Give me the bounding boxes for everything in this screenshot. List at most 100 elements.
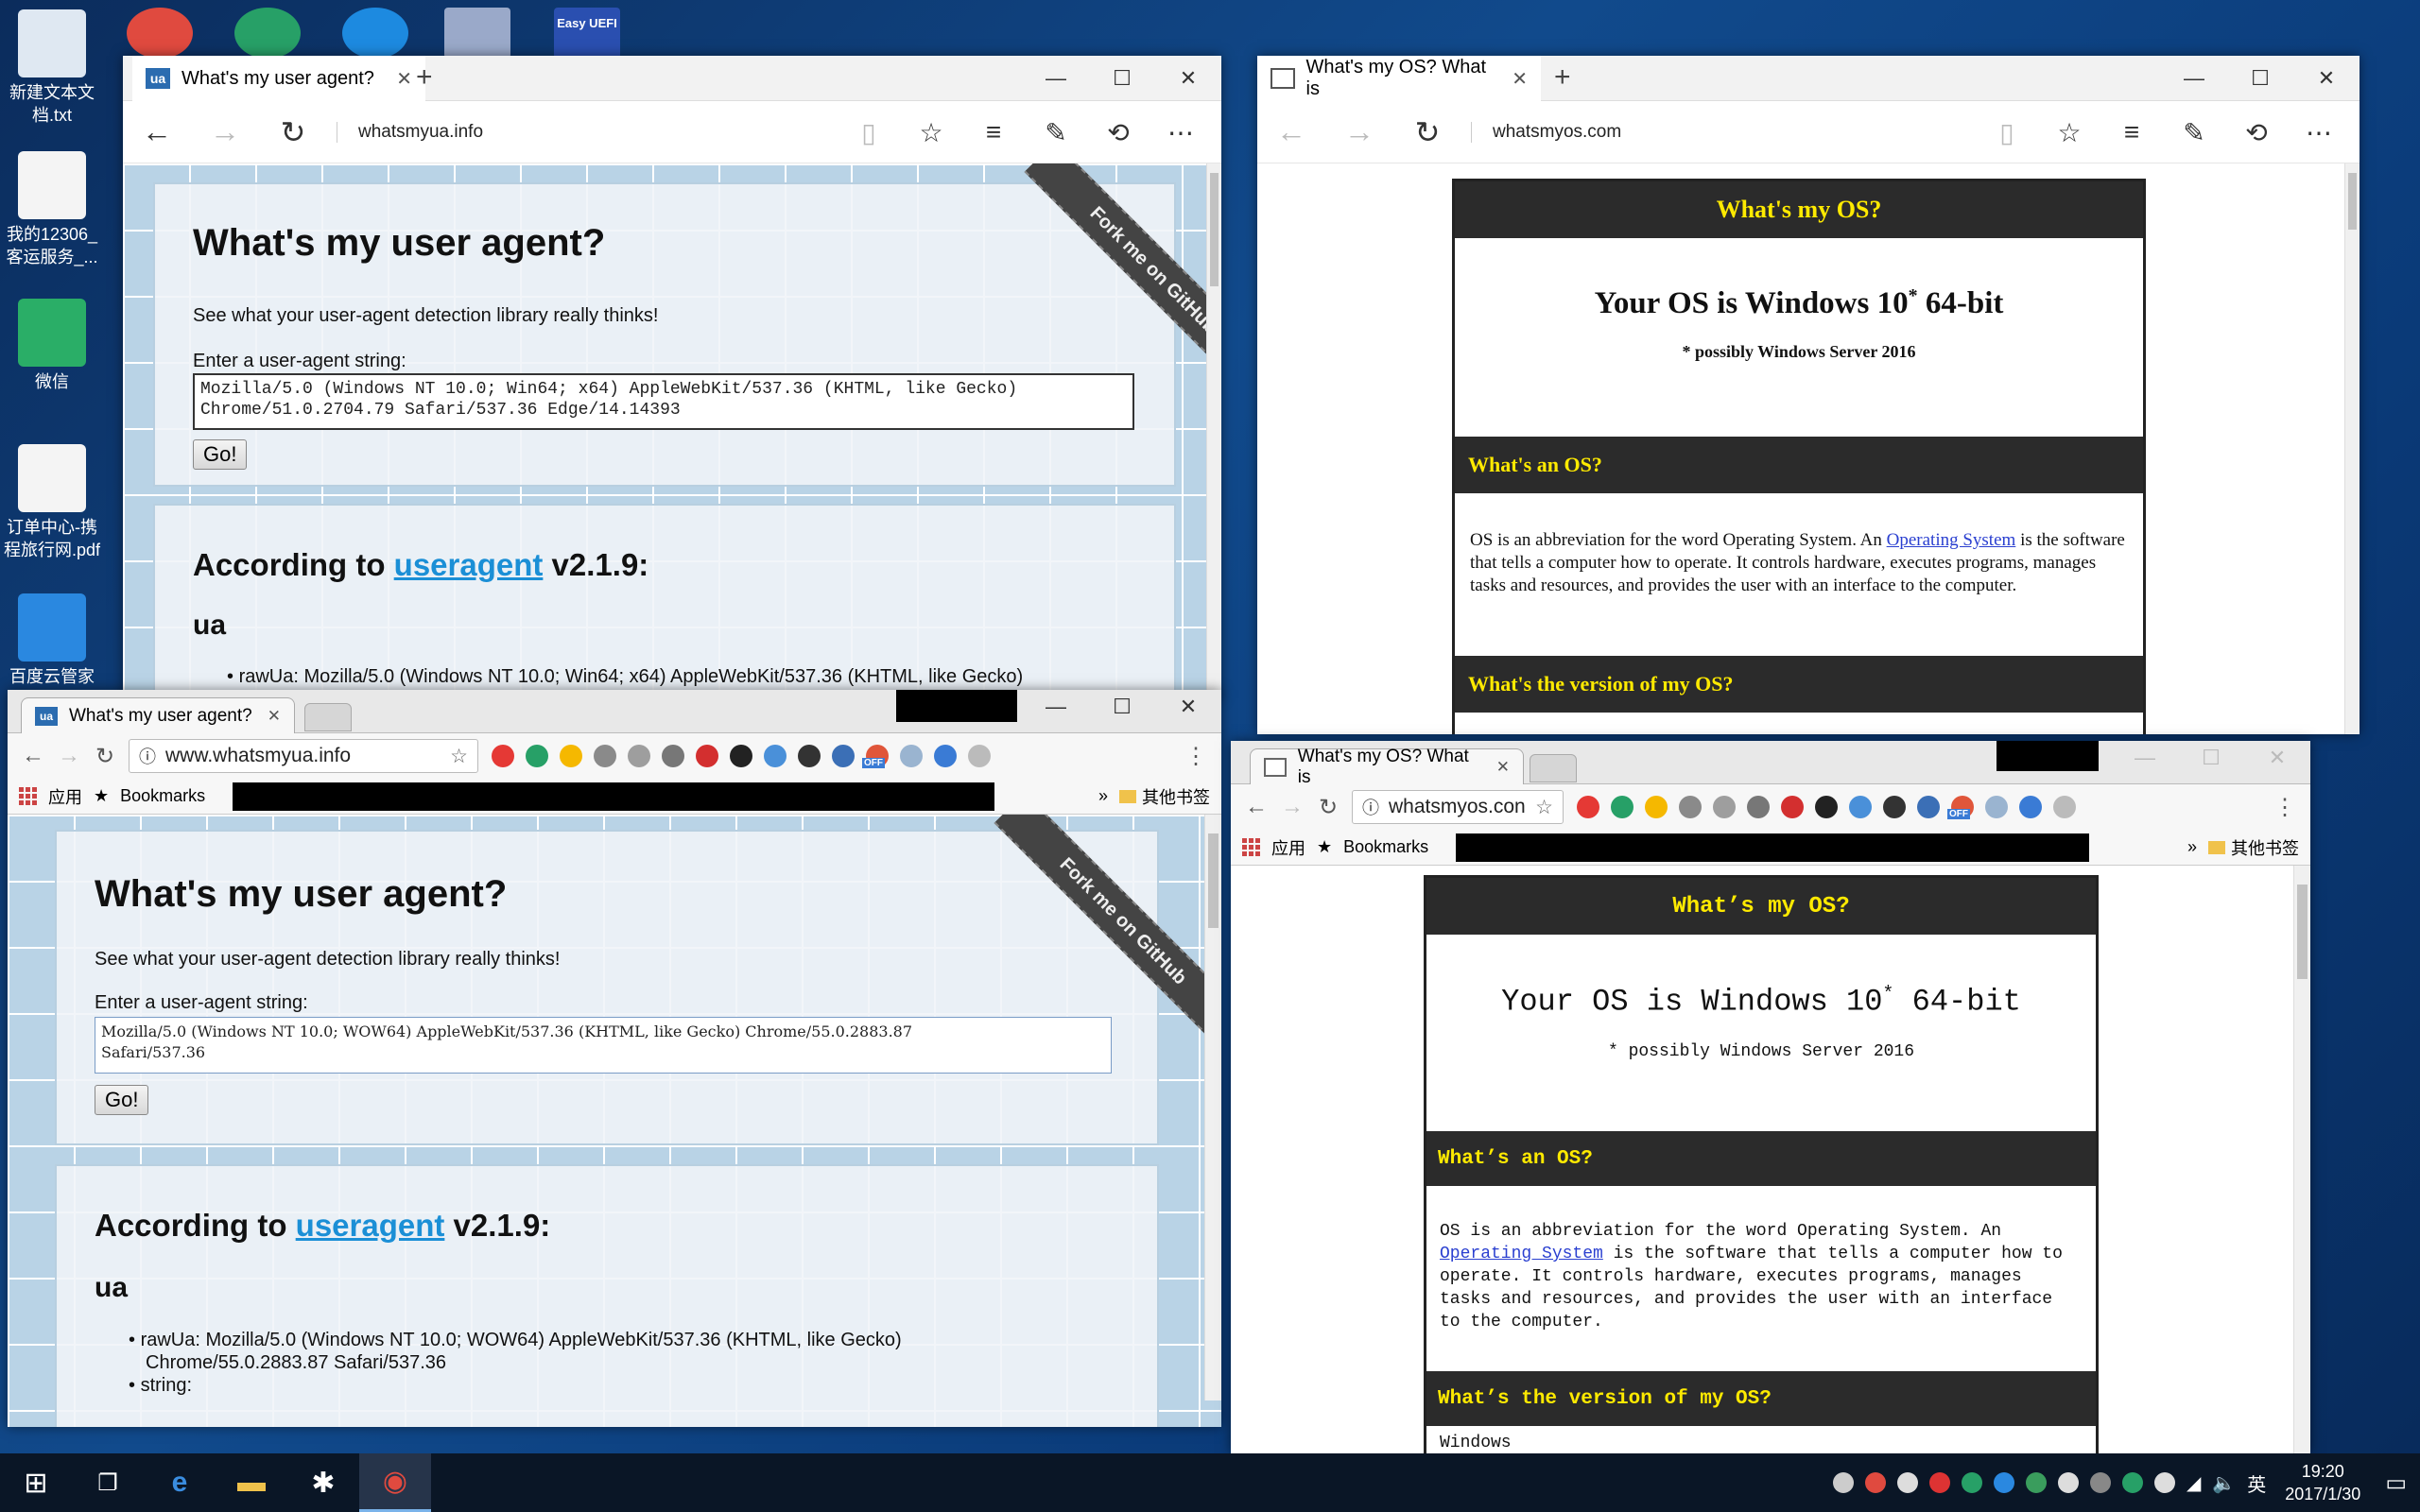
close-icon[interactable]: ✕ [1155,56,1221,101]
omnibox[interactable]: ⓘ www.whatsmyua.info ☆ [129,739,478,773]
extension-icon[interactable] [1577,796,1599,818]
tray-app-icon[interactable] [2121,1472,2143,1493]
tray-app-icon[interactable] [1961,1472,1982,1493]
extension-icon[interactable] [1917,796,1940,818]
easyuefi-desktop-icon[interactable]: Easy UEFI [554,8,620,59]
settings-taskbar-icon[interactable]: ✱ [287,1453,359,1512]
hub-icon[interactable]: ≡ [2100,117,2163,147]
forward-icon[interactable]: → [1325,114,1393,149]
apps-label[interactable]: 应用 [48,784,82,809]
extension-icon[interactable] [968,745,991,767]
go-button[interactable]: Go! [193,439,248,470]
desktop-icon[interactable]: 微信 [0,299,104,393]
other-bookmarks[interactable]: 其他书签 [2208,835,2299,860]
maximize-icon[interactable]: ☐ [2178,741,2244,775]
extension-icon[interactable] [832,745,855,767]
desktop-icon[interactable]: 我的12306_客运服务_... [0,151,104,268]
extension-icon[interactable] [1713,796,1736,818]
forward-icon[interactable]: → [51,743,87,769]
new-tab-button[interactable] [1530,754,1577,782]
menu-icon[interactable]: ⋮ [2267,794,2303,821]
user-agent-input[interactable]: Mozilla/5.0 (Windows NT 10.0; WOW64) App… [95,1017,1112,1074]
app-desktop-icon[interactable] [234,8,301,59]
extension-icon[interactable]: OFF [1947,796,1974,819]
chrome-desktop-icon[interactable] [127,8,193,59]
favorite-star-icon[interactable]: ☆ [2038,117,2100,148]
back-icon[interactable]: ← [1238,794,1274,820]
file-explorer-icon[interactable]: ▬ [216,1453,287,1512]
tray-app-icon[interactable] [1928,1472,1950,1493]
refresh-icon[interactable]: ↻ [87,743,123,770]
menu-icon[interactable]: ⋮ [1178,743,1214,770]
extension-icon[interactable] [1849,796,1872,818]
maximize-icon[interactable]: ☐ [1089,56,1155,101]
scroll-thumb[interactable] [1208,833,1219,928]
extension-icon[interactable] [1781,796,1804,818]
tray-app-icon[interactable] [1993,1472,2014,1493]
bookmarks-overflow[interactable]: » [1098,786,1108,806]
new-tab-button[interactable] [304,703,352,731]
refresh-icon[interactable]: ↻ [259,114,327,150]
extension-icon[interactable] [526,745,548,767]
apps-icon[interactable] [19,787,37,805]
close-tab-icon[interactable]: ✕ [1496,758,1510,777]
tray-app-icon[interactable] [1832,1472,1854,1493]
close-tab-icon[interactable]: ✕ [1512,67,1528,91]
desktop-icon[interactable]: 订单中心-携程旅行网.pdf [0,444,104,561]
omnibox[interactable]: ⓘ whatsmyos.con ☆ [1352,790,1564,824]
reading-view-icon[interactable]: ▯ [838,117,900,148]
extension-icon[interactable] [730,745,752,767]
ime-indicator[interactable]: 英 [2247,1469,2266,1497]
more-icon[interactable]: ⋯ [2288,117,2350,148]
close-icon[interactable]: ✕ [2293,56,2360,101]
new-tab-icon[interactable]: + [1554,61,1571,94]
tray-app-icon[interactable] [1896,1472,1918,1493]
user-agent-input[interactable]: Mozilla/5.0 (Windows NT 10.0; Win64; x64… [193,373,1134,430]
page-scrollbar[interactable] [1204,815,1221,1400]
minimize-icon[interactable]: — [1023,690,1089,724]
bookmarks-folder[interactable]: Bookmarks [120,786,205,806]
extension-icon[interactable] [1645,796,1668,818]
operating-system-link[interactable]: Operating System [1440,1245,1603,1263]
new-tab-icon[interactable]: + [416,61,433,94]
close-icon[interactable]: ✕ [2244,741,2310,775]
share-icon[interactable]: ⟲ [2225,117,2288,148]
go-button[interactable]: Go! [95,1085,149,1115]
hub-icon[interactable]: ≡ [962,117,1025,147]
more-icon[interactable]: ⋯ [1150,117,1212,148]
minimize-icon[interactable]: — [2112,741,2178,775]
web-note-icon[interactable]: ✎ [2163,117,2225,148]
forward-icon[interactable]: → [1274,794,1310,820]
minimize-icon[interactable]: — [1023,56,1089,101]
extension-icon[interactable] [2053,796,2076,818]
extension-icon[interactable] [696,745,718,767]
apps-icon[interactable] [1242,838,1260,856]
extension-icon[interactable] [1883,796,1906,818]
extension-icon[interactable] [662,745,684,767]
bookmark-star-icon[interactable]: ☆ [1535,796,1553,819]
other-bookmarks[interactable]: 其他书签 [1119,784,1210,809]
forward-icon[interactable]: → [191,114,259,149]
clock[interactable]: 19:20 2017/1/30 [2285,1460,2360,1505]
maximize-icon[interactable]: ☐ [1089,690,1155,724]
useragent-link[interactable]: useragent [296,1208,445,1243]
desktop-icon[interactable]: 新建文本文档.txt [0,9,104,127]
bookmark-star-icon[interactable]: ☆ [450,745,468,768]
tray-app-icon[interactable] [1864,1472,1886,1493]
operating-system-link[interactable]: Operating System [1887,530,2016,550]
extension-icon[interactable] [1611,796,1634,818]
extension-icon[interactable] [492,745,514,767]
maximize-icon[interactable]: ☐ [2227,56,2293,101]
extension-icon[interactable] [934,745,957,767]
start-windows-icon[interactable]: ⊞ [0,1453,72,1512]
bookmarks-folder[interactable]: Bookmarks [1343,837,1428,857]
extension-icon[interactable] [594,745,616,767]
tab-whatsmyos[interactable]: What's my OS? What is ✕ [1257,56,1541,101]
extension-icon[interactable] [764,745,786,767]
bookmarks-overflow[interactable]: » [2187,837,2197,857]
back-icon[interactable]: ← [1257,114,1325,149]
tray-app-icon[interactable] [2025,1472,2047,1493]
close-tab-icon[interactable]: ✕ [396,67,412,91]
share-icon[interactable]: ⟲ [1087,117,1150,148]
fruit-desktop-icon[interactable] [342,8,408,59]
